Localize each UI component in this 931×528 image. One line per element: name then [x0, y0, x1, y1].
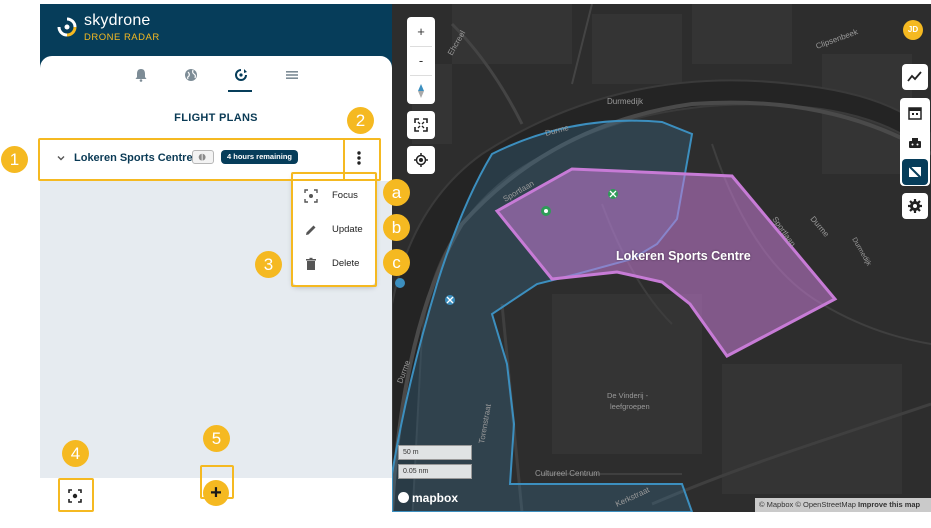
- zoom-in-button[interactable]: +: [407, 17, 435, 46]
- map-attribution[interactable]: © Mapbox © OpenStreetMap Improve this ma…: [755, 498, 931, 512]
- fullscreen-icon: [414, 118, 428, 132]
- drone-marker[interactable]: [445, 295, 455, 305]
- avatar[interactable]: JD: [903, 20, 923, 40]
- street-label: Durmedijk: [607, 97, 644, 106]
- mapbox-logo-text: mapbox: [412, 491, 459, 505]
- flight-plan-icon[interactable]: [234, 68, 248, 82]
- callout-badge-c: c: [383, 249, 410, 276]
- callout-highlight-context-menu: [291, 172, 377, 287]
- callout-badge-b: b: [383, 214, 410, 241]
- drone-layer-button[interactable]: [902, 130, 928, 156]
- street-label: leefgroepen: [610, 402, 650, 411]
- map-view[interactable]: Durmedijk Durme Sportlaan Sportlaan Durm…: [392, 4, 931, 512]
- scale-bar-nautical: 0.05 nm: [398, 464, 472, 479]
- mapbox-logo-icon: [398, 492, 409, 503]
- globe-icon[interactable]: [184, 68, 198, 82]
- menu-icon[interactable]: [285, 68, 299, 82]
- scale-bar-metric: 50 m: [398, 445, 472, 460]
- settings-button[interactable]: [902, 193, 928, 219]
- my-location-button[interactable]: [407, 146, 435, 174]
- callout-badge-4: 4: [62, 440, 89, 467]
- attribution-text[interactable]: © Mapbox © OpenStreetMap: [759, 500, 856, 509]
- callout-badge-2: 2: [347, 107, 374, 134]
- section-title: FLIGHT PLANS: [174, 112, 258, 124]
- gear-icon: [908, 199, 922, 213]
- callout-highlight-focus-all: [58, 478, 94, 512]
- zone-off-icon: [907, 164, 923, 180]
- chart-line-icon: [907, 71, 922, 82]
- drone-marker[interactable]: [608, 189, 618, 199]
- active-tab-indicator: [228, 90, 252, 92]
- zoom-out-button[interactable]: -: [407, 46, 435, 75]
- improve-map-link[interactable]: Improve this map: [858, 500, 920, 509]
- street-label: Cultureel Centrum: [535, 469, 600, 478]
- zoom-control: + -: [407, 17, 435, 104]
- restricted-zones-toggle[interactable]: [902, 159, 928, 185]
- mapbox-logo[interactable]: mapbox: [398, 491, 458, 505]
- calendar-button[interactable]: [902, 100, 928, 126]
- crosshair-icon: [414, 153, 428, 167]
- brand-name: skydrone: [84, 12, 151, 29]
- street-label: De Vinderij -: [607, 391, 649, 400]
- callout-badge-1: 1: [1, 146, 28, 173]
- flight-plan-map-label[interactable]: Lokeren Sports Centre: [616, 249, 751, 263]
- bell-icon[interactable]: [134, 68, 148, 82]
- nav-tabs: [40, 56, 392, 94]
- callout-highlight-add-button: [200, 465, 234, 499]
- callout-badge-5: 5: [203, 425, 230, 452]
- skydrone-logo-icon: [57, 17, 77, 37]
- fullscreen-button[interactable]: [407, 111, 435, 139]
- drone-icon: [909, 138, 921, 148]
- calendar-icon: [908, 107, 922, 120]
- drone-marker[interactable]: [541, 206, 551, 216]
- callout-badge-3: 3: [255, 251, 282, 278]
- analytics-button[interactable]: [902, 64, 928, 90]
- compass-button[interactable]: [407, 75, 435, 104]
- callout-badge-a: a: [383, 179, 410, 206]
- brand-subtitle: DRONE RADAR: [84, 32, 160, 43]
- location-marker[interactable]: [395, 278, 405, 288]
